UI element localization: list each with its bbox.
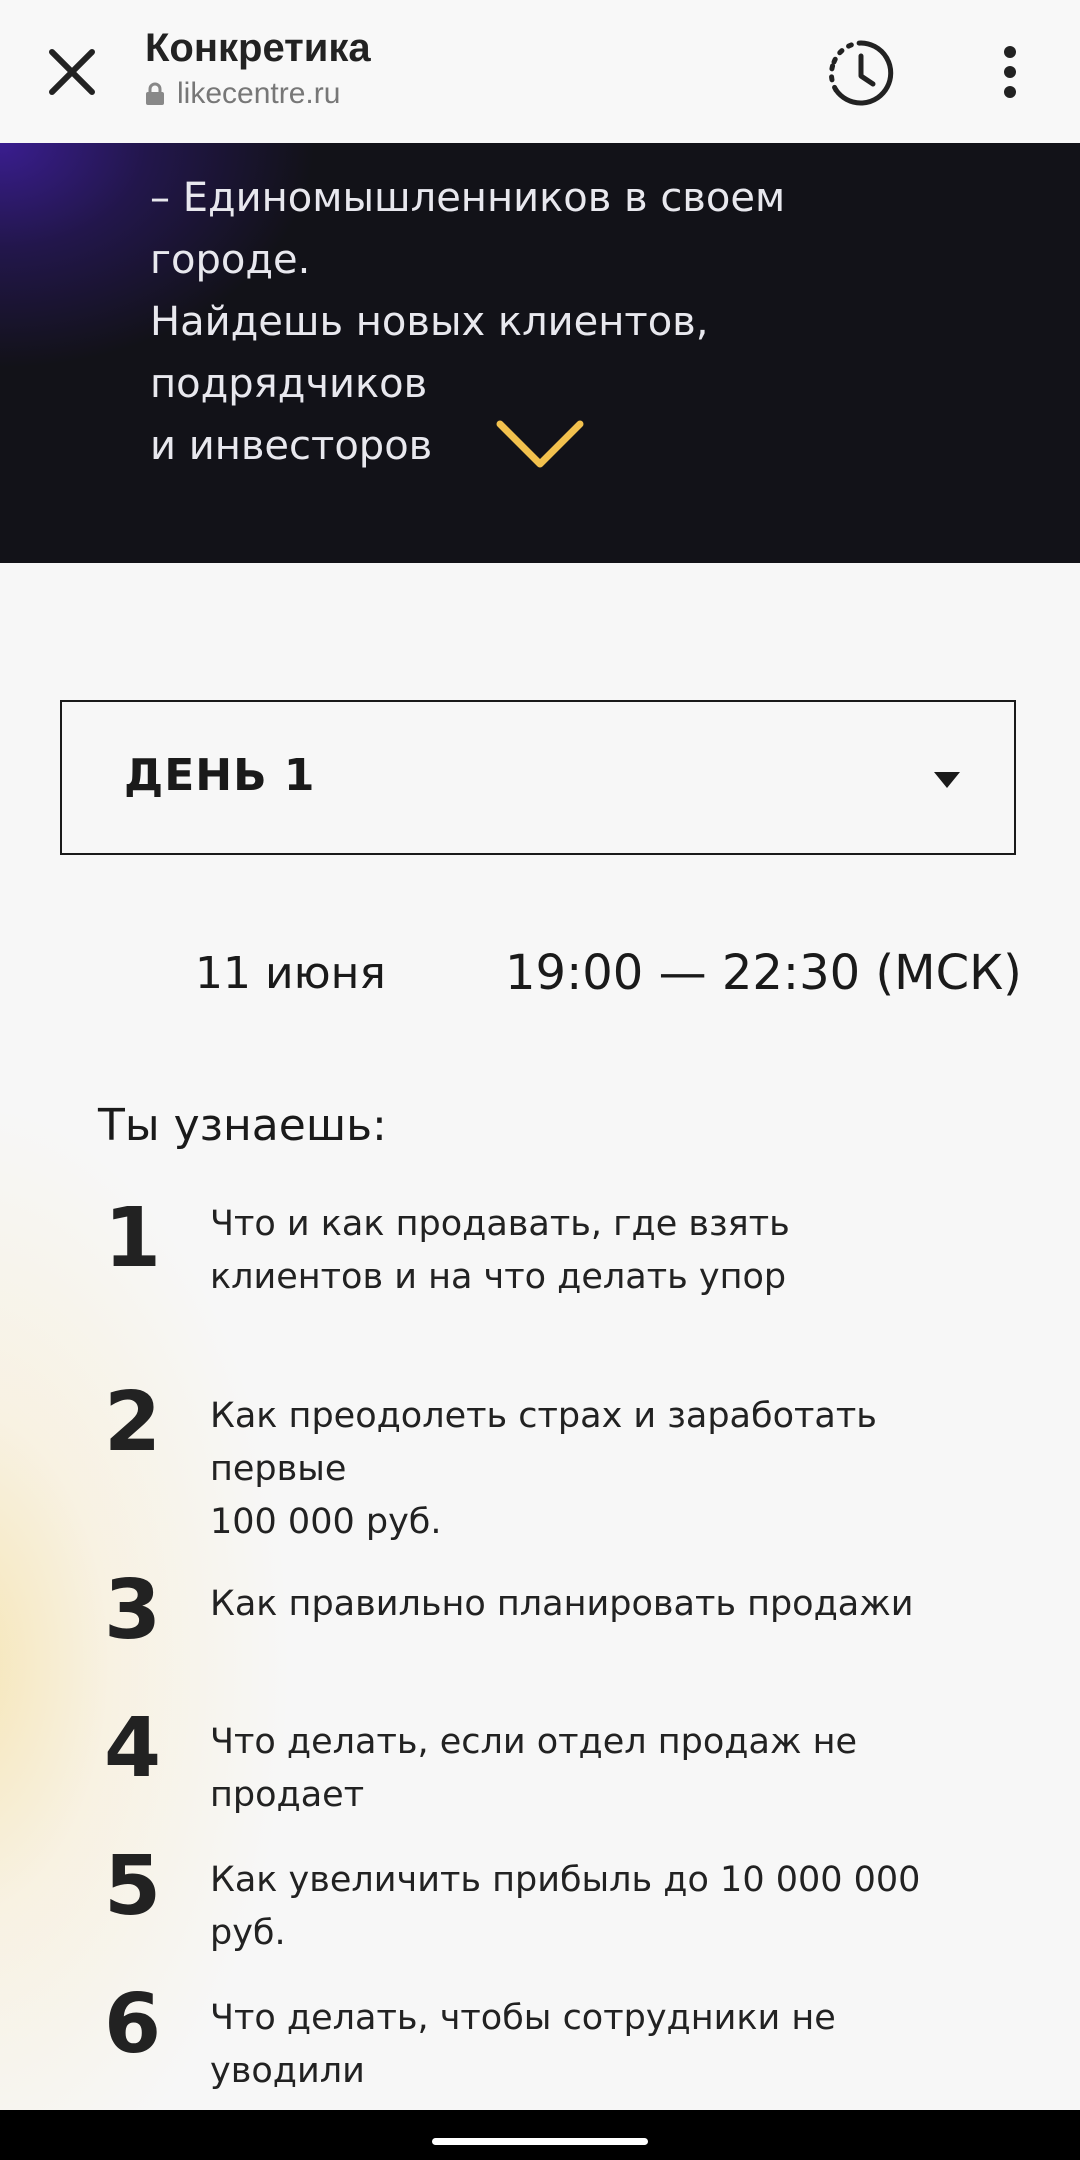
close-icon[interactable] (42, 42, 102, 102)
day-selector-label: ДЕНЬ 1 (124, 750, 316, 801)
item-number: 1 (104, 1191, 162, 1286)
item-line: Что делать, чтобы сотрудники не уводили (210, 1998, 836, 2091)
item-line: Как увеличить прибыль до 10 000 000 руб. (210, 1860, 921, 1953)
lock-icon (146, 82, 164, 105)
learn-heading: Ты узнаешь: (98, 1100, 387, 1151)
hero-section: – Единомышленников в своем городе. Найде… (0, 143, 1080, 563)
chevron-down-icon[interactable] (495, 418, 585, 473)
hero-line-2: Найдешь новых клиентов, подрядчиков (150, 299, 709, 407)
page-title: Конкретика (145, 26, 371, 70)
url-row: likecentre.ru (145, 77, 371, 111)
item-number: 6 (104, 1977, 162, 2072)
item-text: Что и как продавать, где взять клиентов … (210, 1198, 990, 1304)
event-date: 11 июня (195, 948, 386, 999)
item-text: Как увеличить прибыль до 10 000 000 руб. (210, 1854, 990, 1960)
item-line: Что делать, если отдел продаж не продает (210, 1722, 858, 1815)
item-line: Что и как продавать, где взять (210, 1204, 790, 1244)
day-selector[interactable]: ДЕНЬ 1 (60, 700, 1016, 855)
event-time: 19:00 — 22:30 (МСК) (505, 945, 1022, 1001)
site-url: likecentre.ru (177, 77, 341, 110)
page-title-block: Конкретика likecentre.ru (145, 26, 371, 111)
item-line: Как преодолеть страх и заработать первые (210, 1396, 877, 1489)
item-number: 4 (104, 1701, 162, 1796)
dropdown-arrow-icon (934, 772, 960, 788)
item-line: Как правильно планировать продажи (210, 1584, 914, 1624)
item-text: Как правильно планировать продажи (210, 1578, 990, 1631)
home-gesture-handle[interactable] (432, 2138, 648, 2145)
item-number: 2 (104, 1375, 162, 1470)
hero-line-1: – Единомышленников в своем городе. (150, 175, 786, 283)
item-text: Что делать, если отдел продаж не продает (210, 1716, 990, 1822)
history-icon[interactable] (826, 38, 896, 108)
item-number: 3 (104, 1563, 162, 1658)
browser-toolbar: Конкретика likecentre.ru (0, 0, 1080, 144)
item-text: Как преодолеть страх и заработать первые… (210, 1390, 990, 1549)
item-line: клиентов и на что делать упор (210, 1257, 787, 1297)
more-options-icon[interactable] (985, 40, 1035, 105)
system-navigation-bar (0, 2110, 1080, 2160)
item-line: 100 000 руб. (210, 1502, 442, 1542)
item-number: 5 (104, 1839, 162, 1934)
